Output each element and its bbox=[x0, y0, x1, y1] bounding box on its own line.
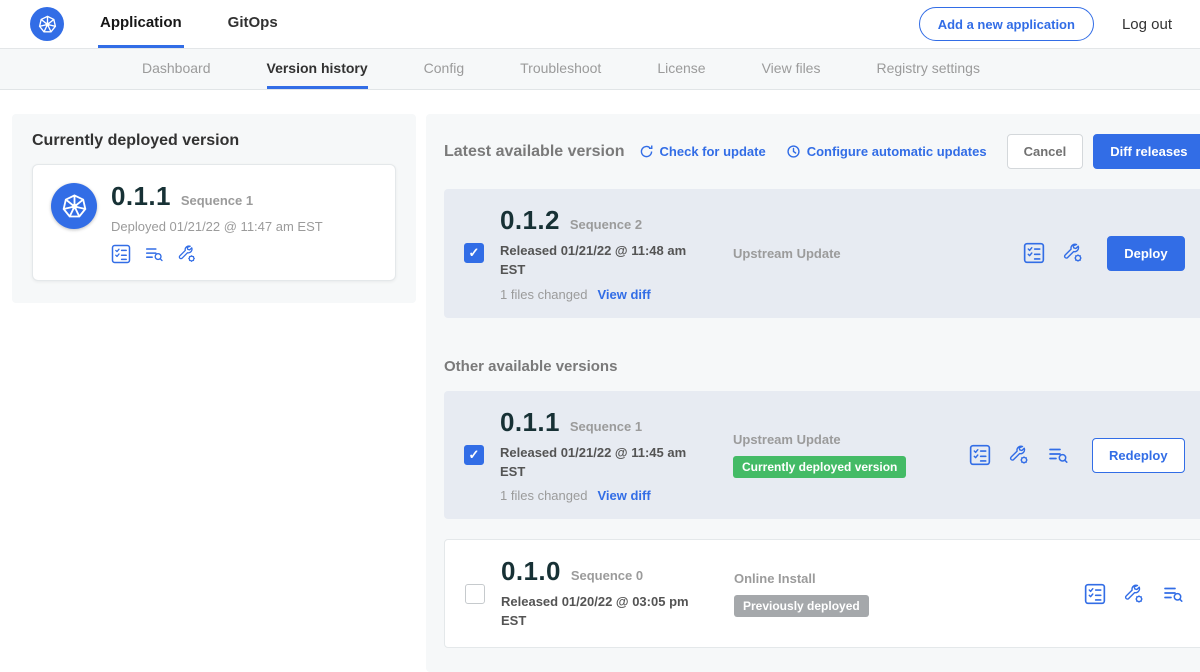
check-for-update-link[interactable]: Check for update bbox=[639, 144, 766, 159]
tab-application-label: Application bbox=[100, 14, 182, 31]
released-timestamp: Released 01/21/22 @ 11:45 am EST bbox=[500, 444, 696, 482]
version-checkbox[interactable] bbox=[465, 584, 485, 604]
latest-version-title: Latest available version bbox=[444, 143, 625, 161]
sequence-label: Sequence 1 bbox=[570, 419, 642, 434]
tab-gitops[interactable]: GitOps bbox=[226, 0, 280, 48]
version-row: 0.1.1 Sequence 1 Released 01/21/22 @ 11:… bbox=[444, 391, 1200, 520]
release-notes-icon[interactable] bbox=[1084, 583, 1106, 605]
add-application-button[interactable]: Add a new application bbox=[919, 7, 1094, 41]
config-icon[interactable] bbox=[1123, 583, 1145, 605]
version-actions: Deploy bbox=[1023, 236, 1184, 271]
deployed-version-card: 0.1.1 Sequence 1 Deployed 01/21/22 @ 11:… bbox=[32, 164, 396, 281]
subnav-item-license[interactable]: License bbox=[657, 49, 705, 89]
version-number: 0.1.0 bbox=[501, 556, 561, 587]
deployed-icon-row bbox=[111, 244, 323, 264]
subnav-item-dashboard[interactable]: Dashboard bbox=[142, 49, 211, 89]
version-checkbox[interactable] bbox=[464, 243, 484, 263]
kubernetes-app-icon bbox=[51, 183, 97, 229]
deploy-logs-icon[interactable] bbox=[1162, 583, 1184, 605]
sequence-label: Sequence 0 bbox=[571, 568, 643, 583]
other-versions-title: Other available versions bbox=[444, 358, 1200, 375]
config-icon[interactable] bbox=[1062, 242, 1084, 264]
view-diff-link[interactable]: View diff bbox=[597, 287, 650, 302]
version-source: Upstream Update bbox=[705, 246, 1023, 261]
logout-button[interactable]: Log out bbox=[1122, 16, 1172, 33]
version-info: 0.1.0 Sequence 0 Released 01/20/22 @ 03:… bbox=[501, 556, 706, 631]
subnav-item-version-history[interactable]: Version history bbox=[267, 49, 368, 89]
currently-deployed-badge: Currently deployed version bbox=[733, 456, 906, 478]
version-checkbox[interactable] bbox=[464, 445, 484, 465]
kubernetes-logo-icon bbox=[30, 7, 64, 41]
subnav: Dashboard Version history Config Trouble… bbox=[0, 49, 1200, 90]
tab-gitops-label: GitOps bbox=[228, 14, 278, 31]
deployed-panel-title: Currently deployed version bbox=[32, 132, 396, 150]
files-changed-label: 1 files changed bbox=[500, 488, 587, 503]
deployed-sequence-label: Sequence 1 bbox=[181, 193, 253, 208]
source-label: Online Install bbox=[734, 571, 1084, 586]
deployed-version-number: 0.1.1 bbox=[111, 181, 171, 212]
main-content: Currently deployed version 0.1.1 Sequenc… bbox=[0, 90, 1200, 672]
release-notes-icon[interactable] bbox=[969, 444, 991, 466]
refresh-icon bbox=[639, 144, 654, 159]
deploy-logs-icon[interactable] bbox=[1047, 444, 1069, 466]
cancel-button[interactable]: Cancel bbox=[1007, 134, 1084, 169]
topnav: Application GitOps Add a new application… bbox=[0, 0, 1200, 49]
version-actions bbox=[1084, 583, 1184, 605]
files-changed-label: 1 files changed bbox=[500, 287, 587, 302]
source-label: Upstream Update bbox=[733, 432, 969, 447]
release-notes-icon[interactable] bbox=[1023, 242, 1045, 264]
latest-version-header: Latest available version Check for updat… bbox=[444, 134, 1200, 169]
available-versions-panel: Latest available version Check for updat… bbox=[426, 114, 1200, 672]
clock-icon bbox=[786, 144, 801, 159]
release-notes-icon[interactable] bbox=[111, 244, 131, 264]
version-source: Online Install Previously deployed bbox=[706, 571, 1084, 617]
view-diff-link[interactable]: View diff bbox=[597, 488, 650, 503]
version-source: Upstream Update Currently deployed versi… bbox=[705, 432, 969, 478]
deploy-button[interactable]: Deploy bbox=[1107, 236, 1184, 271]
previously-deployed-badge: Previously deployed bbox=[734, 595, 869, 617]
version-number: 0.1.1 bbox=[500, 407, 560, 438]
subnav-item-troubleshoot[interactable]: Troubleshoot bbox=[520, 49, 601, 89]
configure-updates-label: Configure automatic updates bbox=[807, 144, 987, 159]
version-row: 0.1.0 Sequence 0 Released 01/20/22 @ 03:… bbox=[444, 539, 1200, 648]
source-label: Upstream Update bbox=[733, 246, 1023, 261]
subnav-item-view-files[interactable]: View files bbox=[762, 49, 821, 89]
tab-application[interactable]: Application bbox=[98, 0, 184, 48]
check-for-update-label: Check for update bbox=[660, 144, 766, 159]
deploy-logs-icon[interactable] bbox=[144, 244, 164, 264]
config-icon[interactable] bbox=[177, 244, 197, 264]
configure-updates-link[interactable]: Configure automatic updates bbox=[786, 144, 987, 159]
deployed-timestamp: Deployed 01/21/22 @ 11:47 am EST bbox=[111, 219, 323, 234]
subnav-item-registry-settings[interactable]: Registry settings bbox=[876, 49, 979, 89]
config-icon[interactable] bbox=[1008, 444, 1030, 466]
subnav-item-config[interactable]: Config bbox=[424, 49, 464, 89]
released-timestamp: Released 01/21/22 @ 11:48 am EST bbox=[500, 242, 696, 280]
diff-releases-button[interactable]: Diff releases bbox=[1093, 134, 1200, 169]
version-actions: Redeploy bbox=[969, 438, 1185, 473]
redeploy-button[interactable]: Redeploy bbox=[1092, 438, 1185, 473]
deployed-version-info: 0.1.1 Sequence 1 Deployed 01/21/22 @ 11:… bbox=[111, 181, 323, 264]
version-row: 0.1.2 Sequence 2 Released 01/21/22 @ 11:… bbox=[444, 189, 1200, 318]
sequence-label: Sequence 2 bbox=[570, 217, 642, 232]
version-info: 0.1.2 Sequence 2 Released 01/21/22 @ 11:… bbox=[500, 205, 705, 302]
released-timestamp: Released 01/20/22 @ 03:05 pm EST bbox=[501, 593, 697, 631]
topnav-tabs: Application GitOps bbox=[98, 0, 322, 48]
deployed-version-panel: Currently deployed version 0.1.1 Sequenc… bbox=[12, 114, 416, 303]
version-number: 0.1.2 bbox=[500, 205, 560, 236]
version-info: 0.1.1 Sequence 1 Released 01/21/22 @ 11:… bbox=[500, 407, 705, 504]
